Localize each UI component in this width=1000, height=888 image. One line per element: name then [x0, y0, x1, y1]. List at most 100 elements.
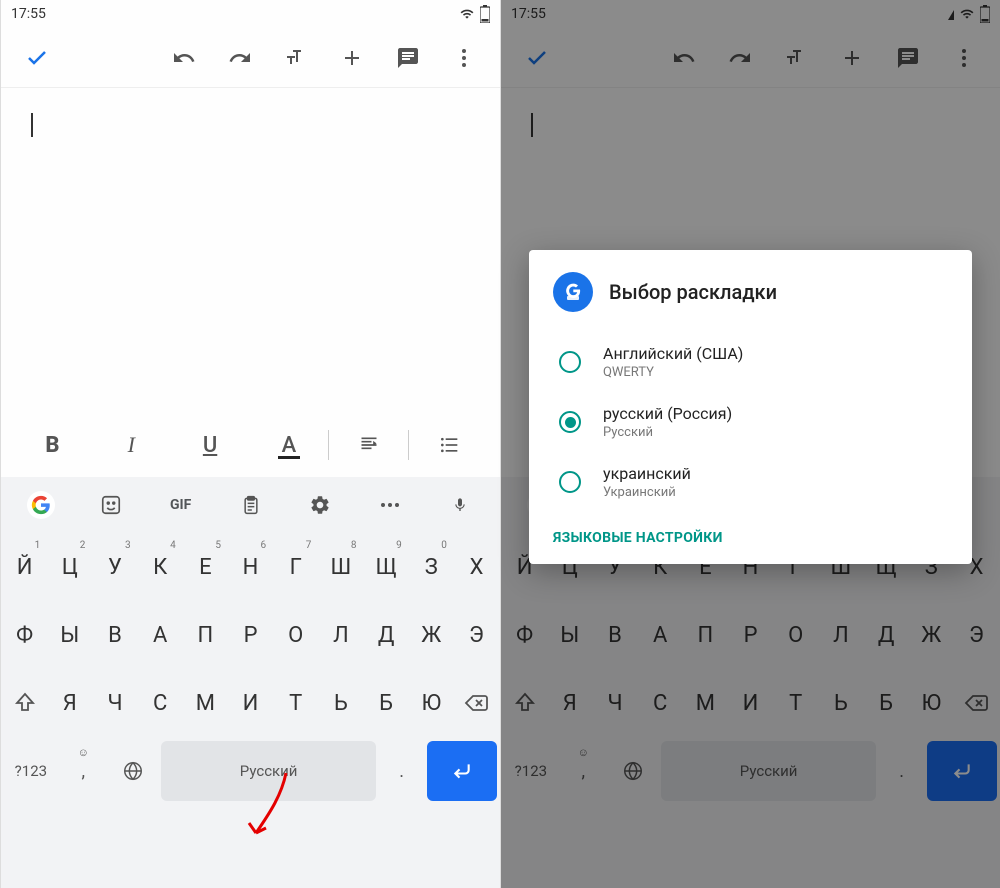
key-Ч[interactable]: Ч: [94, 673, 135, 733]
text-color-button[interactable]: A: [249, 421, 328, 469]
enter-key[interactable]: [427, 741, 497, 801]
key-Т[interactable]: Т: [275, 673, 316, 733]
key-Г[interactable]: Г7: [275, 537, 316, 597]
key-П[interactable]: П: [185, 605, 226, 665]
shift-key[interactable]: [4, 673, 45, 733]
key-О[interactable]: О: [775, 605, 816, 665]
space-key[interactable]: Русский: [161, 741, 376, 801]
language-key[interactable]: [609, 741, 657, 801]
key-Ю[interactable]: Ю: [911, 673, 952, 733]
key-А[interactable]: А: [140, 605, 181, 665]
key-Ь[interactable]: Ь: [820, 673, 861, 733]
sticker-button[interactable]: [77, 483, 145, 527]
key-К[interactable]: К4: [140, 537, 181, 597]
add-button[interactable]: [824, 34, 880, 82]
redo-button[interactable]: [712, 34, 768, 82]
key-Ы[interactable]: Ы: [49, 605, 90, 665]
more-button[interactable]: [436, 34, 492, 82]
key-Ц[interactable]: Ц2: [49, 537, 90, 597]
backspace-key[interactable]: [956, 673, 997, 733]
radio-button[interactable]: [559, 411, 581, 433]
key-М[interactable]: М: [685, 673, 726, 733]
key-Л[interactable]: Л: [320, 605, 361, 665]
period-key[interactable]: .: [880, 741, 923, 801]
key-Д[interactable]: Д: [366, 605, 407, 665]
shift-key[interactable]: [504, 673, 545, 733]
key-М[interactable]: М: [185, 673, 226, 733]
add-button[interactable]: [324, 34, 380, 82]
key-Ш[interactable]: Ш8: [320, 537, 361, 597]
comma-key[interactable]: ☺,: [562, 741, 605, 801]
comma-key[interactable]: ☺ ,: [62, 741, 105, 801]
clipboard-button[interactable]: [217, 483, 285, 527]
key-Е[interactable]: Е5: [185, 537, 226, 597]
space-key[interactable]: Русский: [661, 741, 876, 801]
key-Щ[interactable]: Щ9: [366, 537, 407, 597]
editor-area[interactable]: [1, 88, 500, 413]
backspace-key[interactable]: [456, 673, 497, 733]
key-Ы[interactable]: Ы: [549, 605, 590, 665]
key-Ф[interactable]: Ф: [504, 605, 545, 665]
key-С[interactable]: С: [140, 673, 181, 733]
underline-button[interactable]: U: [171, 421, 250, 469]
key-Х[interactable]: Х: [456, 537, 497, 597]
key-Ж[interactable]: Ж: [411, 605, 452, 665]
key-С[interactable]: С: [640, 673, 681, 733]
layout-option[interactable]: русский (Россия)Русский: [553, 392, 948, 452]
text-format-button[interactable]: [768, 34, 824, 82]
key-Ь[interactable]: Ь: [320, 673, 361, 733]
key-В[interactable]: В: [94, 605, 135, 665]
key-О[interactable]: О: [275, 605, 316, 665]
voice-button[interactable]: [426, 483, 494, 527]
key-Ф[interactable]: Ф: [4, 605, 45, 665]
layout-option[interactable]: украинскийУкраинский: [553, 452, 948, 512]
key-Ж[interactable]: Ж: [911, 605, 952, 665]
text-format-button[interactable]: [268, 34, 324, 82]
radio-button[interactable]: [559, 351, 581, 373]
key-Ю[interactable]: Ю: [411, 673, 452, 733]
key-Ч[interactable]: Ч: [594, 673, 635, 733]
key-Б[interactable]: Б: [366, 673, 407, 733]
key-Л[interactable]: Л: [820, 605, 861, 665]
period-key[interactable]: .: [380, 741, 423, 801]
comment-button[interactable]: [880, 34, 936, 82]
key-И[interactable]: И: [730, 673, 771, 733]
bold-button[interactable]: B: [13, 421, 92, 469]
undo-button[interactable]: [156, 34, 212, 82]
confirm-button[interactable]: [9, 34, 65, 82]
more-keyboard-button[interactable]: [356, 483, 424, 527]
language-key[interactable]: [109, 741, 157, 801]
key-Я[interactable]: Я: [549, 673, 590, 733]
layout-option[interactable]: Английский (США)QWERTY: [553, 332, 948, 392]
language-settings-link[interactable]: ЯЗЫКОВЫЕ НАСТРОЙКИ: [553, 530, 948, 546]
settings-button[interactable]: [286, 483, 354, 527]
key-Й[interactable]: Й1: [4, 537, 45, 597]
key-У[interactable]: У3: [94, 537, 135, 597]
key-Р[interactable]: Р: [230, 605, 271, 665]
symbols-key[interactable]: ?123: [504, 741, 558, 801]
key-И[interactable]: И: [230, 673, 271, 733]
key-П[interactable]: П: [685, 605, 726, 665]
confirm-button[interactable]: [509, 34, 565, 82]
gif-button[interactable]: GIF: [147, 483, 215, 527]
align-button[interactable]: [329, 421, 408, 469]
key-А[interactable]: А: [640, 605, 681, 665]
radio-button[interactable]: [559, 471, 581, 493]
list-button[interactable]: [409, 421, 488, 469]
key-Р[interactable]: Р: [730, 605, 771, 665]
key-Д[interactable]: Д: [866, 605, 907, 665]
key-Э[interactable]: Э: [456, 605, 497, 665]
redo-button[interactable]: [212, 34, 268, 82]
key-Б[interactable]: Б: [866, 673, 907, 733]
symbols-key[interactable]: ?123: [4, 741, 58, 801]
italic-button[interactable]: I: [92, 421, 171, 469]
more-button[interactable]: [936, 34, 992, 82]
key-Я[interactable]: Я: [49, 673, 90, 733]
key-Н[interactable]: Н6: [230, 537, 271, 597]
key-Т[interactable]: Т: [775, 673, 816, 733]
comment-button[interactable]: [380, 34, 436, 82]
google-search-button[interactable]: [7, 483, 75, 527]
key-З[interactable]: З0: [411, 537, 452, 597]
enter-key[interactable]: [927, 741, 997, 801]
key-Э[interactable]: Э: [956, 605, 997, 665]
